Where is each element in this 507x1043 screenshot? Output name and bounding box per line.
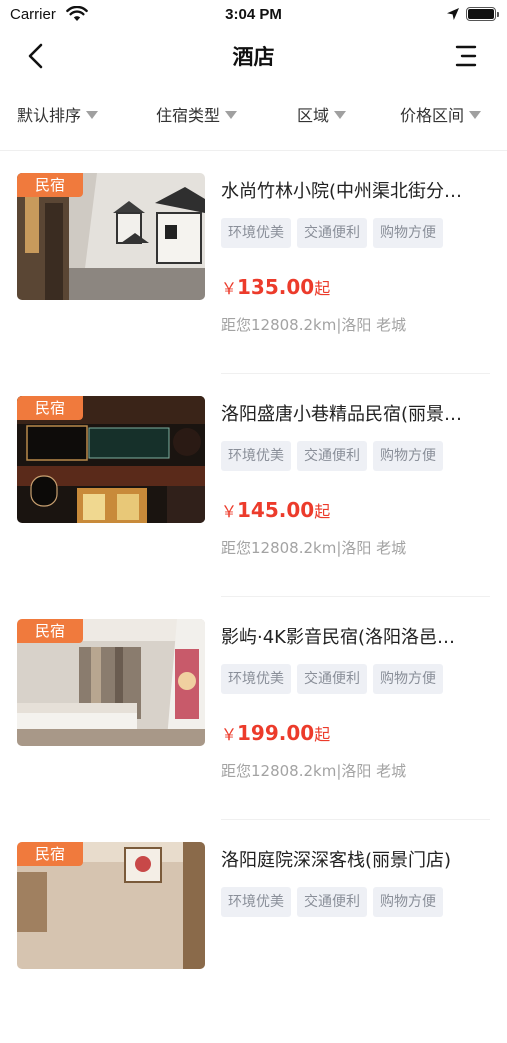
price-value: 199.00 [237, 721, 315, 745]
back-button[interactable] [22, 41, 52, 71]
hotel-photo: 民宿 [17, 396, 205, 523]
distance: 距您12808.2km [221, 316, 337, 334]
filter-label: 默认排序 [17, 106, 82, 125]
hotel-meta: 距您12808.2km|洛阳 老城 [221, 537, 406, 558]
caret-down-icon [334, 111, 347, 119]
location: 洛阳 老城 [341, 762, 407, 780]
filter-lodging-type[interactable]: 住宿类型 [156, 102, 238, 126]
hotel-name: 洛阳庭院深深客栈(丽景门店) [221, 850, 452, 871]
tag-list: 环境优美 交通便利 购物方便 [221, 218, 449, 248]
price-suffix: 起 [314, 502, 331, 521]
hotel-price: ￥199.00起 [221, 721, 330, 745]
tag: 交通便利 [297, 441, 367, 471]
lodging-type-badge: 民宿 [17, 619, 83, 643]
hotel-name: 影屿·4K影音民宿(洛阳洛邑… [221, 627, 455, 648]
caret-down-icon [86, 111, 99, 119]
filter-label: 价格区间 [400, 106, 465, 125]
hotel-card[interactable]: 民宿 水尚竹林小院(中州渠北街分… 环境优美 交通便利 购物方便 ￥135.00起 … [0, 151, 507, 374]
filter-bar: 默认排序 住宿类型 区域 价格区间 [0, 88, 507, 138]
caret-down-icon [469, 111, 482, 119]
battery-icon [466, 7, 499, 21]
status-bar: Carrier 3:04 PM [0, 0, 507, 30]
page-title: 酒店 [232, 45, 275, 69]
tag: 购物方便 [373, 887, 443, 917]
hotel-card[interactable]: 民宿 影屿·4K影音民宿(洛阳洛邑… 环境优美 交通便利 购物方便 ￥199.00起… [0, 597, 507, 820]
filter-sort[interactable]: 默认排序 [17, 102, 99, 126]
tag-list: 环境优美 交通便利 购物方便 [221, 887, 449, 917]
location: 洛阳 老城 [341, 316, 407, 334]
filter-price-range[interactable]: 价格区间 [400, 102, 482, 126]
lodging-type-badge: 民宿 [17, 842, 83, 866]
price-suffix: 起 [314, 725, 331, 744]
hotel-card[interactable]: 民宿 洛阳盛唐小巷精品民宿(丽景… 环境优美 交通便利 购物方便 ￥145.00起 … [0, 374, 507, 597]
tag: 购物方便 [373, 218, 443, 248]
location: 洛阳 老城 [341, 539, 407, 557]
hotel-name: 水尚竹林小院(中州渠北街分… [221, 181, 463, 202]
tag: 环境优美 [221, 218, 291, 248]
price-value: 145.00 [237, 498, 315, 522]
menu-icon [455, 45, 477, 67]
lodging-type-badge: 民宿 [17, 173, 83, 197]
price-currency: ￥ [221, 725, 238, 744]
hotel-photo: 民宿 [17, 619, 205, 746]
tag: 环境优美 [221, 887, 291, 917]
location-arrow-icon [447, 8, 459, 20]
price-value: 135.00 [237, 275, 315, 299]
hotel-meta: 距您12808.2km|洛阳 老城 [221, 760, 406, 781]
distance: 距您12808.2km [221, 539, 337, 557]
tag: 环境优美 [221, 664, 291, 694]
hotel-meta: 距您12808.2km|洛阳 老城 [221, 314, 406, 335]
distance: 距您12808.2km [221, 762, 337, 780]
hotel-price: ￥135.00起 [221, 275, 330, 299]
tag: 交通便利 [297, 887, 367, 917]
tag: 购物方便 [373, 664, 443, 694]
tag-list: 环境优美 交通便利 购物方便 [221, 441, 449, 471]
hotel-name: 洛阳盛唐小巷精品民宿(丽景… [221, 404, 463, 425]
price-currency: ￥ [221, 502, 238, 521]
nav-bar: 酒店 [0, 30, 507, 80]
filter-area[interactable]: 区域 [297, 102, 347, 126]
filter-label: 区域 [297, 106, 330, 125]
chevron-left-icon [28, 43, 43, 69]
tag: 交通便利 [297, 664, 367, 694]
clock: 3:04 PM [225, 6, 282, 23]
tag-list: 环境优美 交通便利 购物方便 [221, 664, 449, 694]
tag: 环境优美 [221, 441, 291, 471]
price-currency: ￥ [221, 279, 238, 298]
hotel-price: ￥145.00起 [221, 498, 330, 522]
filter-label: 住宿类型 [156, 106, 221, 125]
tag: 交通便利 [297, 218, 367, 248]
price-suffix: 起 [314, 279, 331, 298]
hotel-photo: 民宿 [17, 173, 205, 300]
tag: 购物方便 [373, 441, 443, 471]
caret-down-icon [225, 111, 238, 119]
hotel-photo: 民宿 [17, 842, 205, 969]
menu-button[interactable] [450, 42, 480, 70]
lodging-type-badge: 民宿 [17, 396, 83, 420]
hotel-card[interactable]: 民宿 洛阳庭院深深客栈(丽景门店) 环境优美 交通便利 购物方便 [0, 820, 507, 1043]
